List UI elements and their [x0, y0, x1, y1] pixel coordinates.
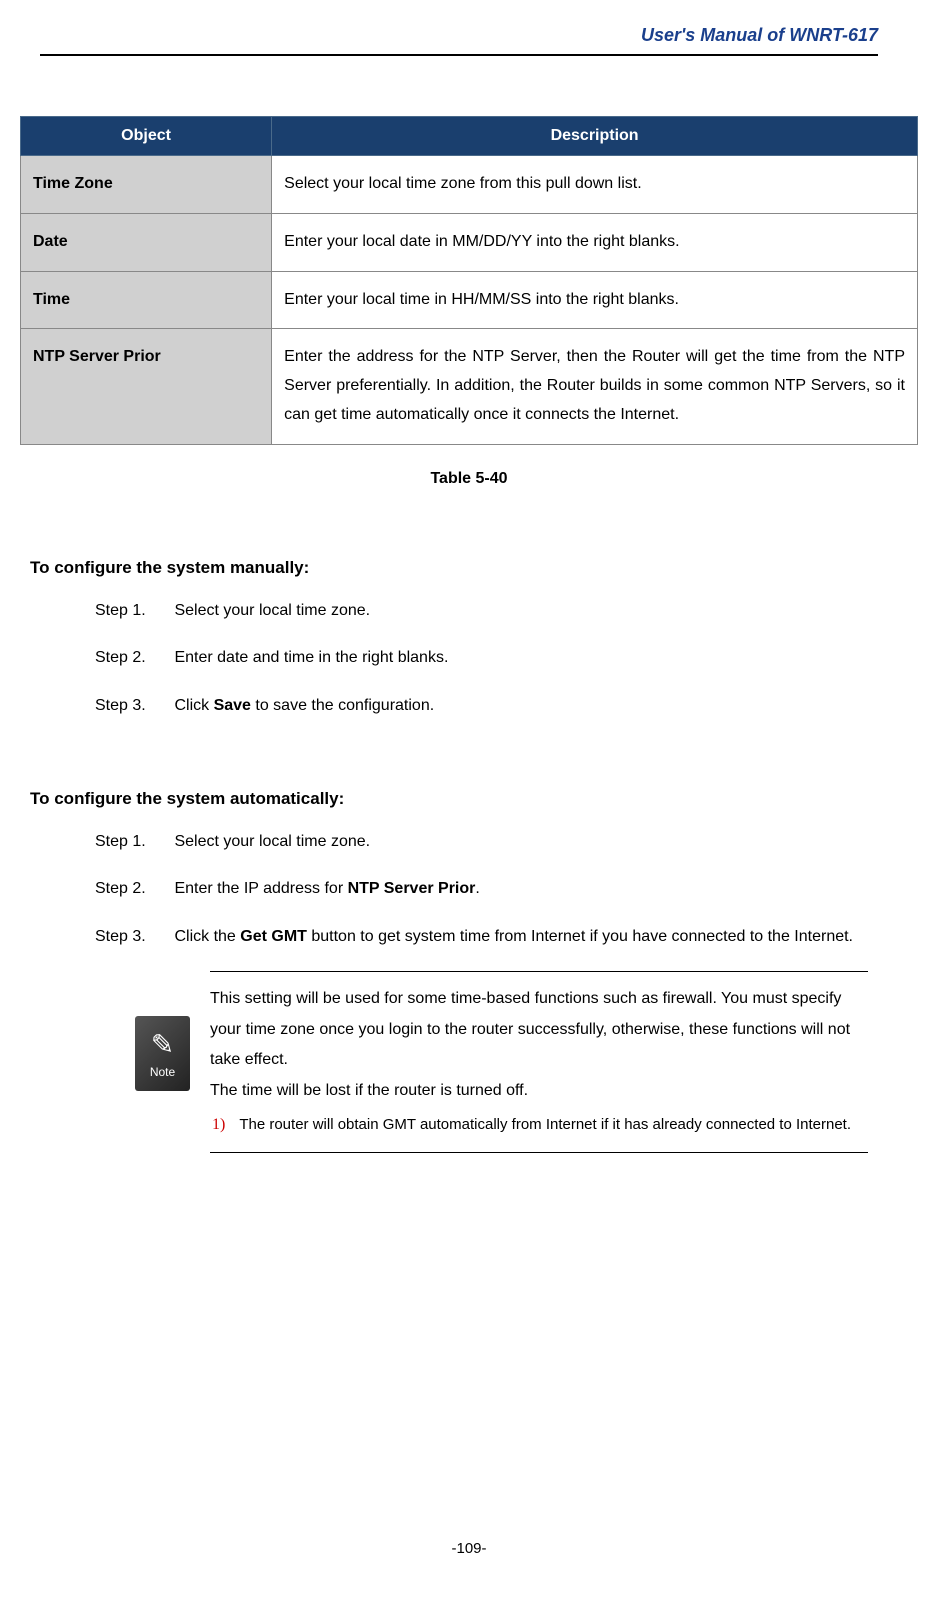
step-label: Step 3. — [95, 924, 170, 950]
pencil-icon: ✎ — [151, 1028, 174, 1061]
step-text-post: to save the configuration. — [251, 697, 434, 714]
step-text: Enter date and time in the right blanks. — [174, 649, 448, 666]
step-item: Step 1. Select your local time zone. — [95, 598, 898, 624]
description-cell: Enter your local time in HH/MM/SS into t… — [272, 271, 918, 329]
note-icon-container: ✎ Note — [135, 1016, 195, 1153]
table-row: Date Enter your local date in MM/DD/YY i… — [21, 213, 918, 271]
step-item: Step 2. Enter the IP address for NTP Ser… — [95, 876, 898, 902]
description-cell: Select your local time zone from this pu… — [272, 156, 918, 214]
object-description-table: Object Description Time Zone Select your… — [20, 116, 918, 445]
step-label: Step 2. — [95, 645, 170, 671]
header-divider — [40, 54, 878, 56]
step-label: Step 2. — [95, 876, 170, 902]
step-text-post: . — [475, 880, 479, 897]
note-content: This setting will be used for some time-… — [210, 971, 868, 1153]
step-item: Step 3. Click Save to save the configura… — [95, 693, 898, 719]
step-label: Step 3. — [95, 693, 170, 719]
note-paragraph: The time will be lost if the router is t… — [210, 1076, 868, 1106]
note-icon-label: Note — [150, 1065, 175, 1079]
note-item-text: The router will obtain GMT automatically… — [239, 1111, 868, 1138]
object-cell: Time Zone — [21, 156, 272, 214]
section-heading-manual: To configure the system manually: — [30, 558, 898, 578]
description-table-container: Object Description Time Zone Select your… — [20, 116, 918, 488]
description-cell: Enter your local date in MM/DD/YY into t… — [272, 213, 918, 271]
note-item-number: 1) — [212, 1110, 225, 1140]
step-text: Select your local time zone. — [174, 833, 370, 850]
page-number: -109- — [451, 1540, 486, 1557]
table-row: Time Enter your local time in HH/MM/SS i… — [21, 271, 918, 329]
section-heading-automatic: To configure the system automatically: — [30, 789, 898, 809]
note-block: ✎ Note This setting will be used for som… — [135, 971, 868, 1153]
table-caption: Table 5-40 — [20, 470, 918, 488]
step-label: Step 1. — [95, 829, 170, 855]
step-text-pre: Enter the IP address for — [174, 880, 347, 897]
step-text-pre: Click the — [174, 928, 240, 945]
page-header: User's Manual of WNRT-617 — [40, 0, 898, 56]
object-cell: Time — [21, 271, 272, 329]
manual-title: User's Manual of WNRT-617 — [40, 25, 878, 46]
table-header-object: Object — [21, 117, 272, 156]
step-item: Step 3. Click the Get GMT button to get … — [95, 924, 898, 950]
steps-manual: Step 1. Select your local time zone. Ste… — [95, 598, 898, 719]
step-label: Step 1. — [95, 598, 170, 624]
step-text-pre: Click — [174, 697, 213, 714]
note-icon: ✎ Note — [135, 1016, 190, 1091]
object-cell: Date — [21, 213, 272, 271]
table-header-description: Description — [272, 117, 918, 156]
object-cell: NTP Server Prior — [21, 329, 272, 444]
table-row: Time Zone Select your local time zone fr… — [21, 156, 918, 214]
description-cell: Enter the address for the NTP Server, th… — [272, 329, 918, 444]
step-text: Select your local time zone. — [174, 602, 370, 619]
step-item: Step 1. Select your local time zone. — [95, 829, 898, 855]
step-text-bold: Get GMT — [240, 928, 307, 945]
step-text-bold: NTP Server Prior — [348, 880, 476, 897]
step-item: Step 2. Enter date and time in the right… — [95, 645, 898, 671]
table-row: NTP Server Prior Enter the address for t… — [21, 329, 918, 444]
step-text-post: button to get system time from Internet … — [307, 928, 853, 945]
steps-automatic: Step 1. Select your local time zone. Ste… — [95, 829, 898, 950]
note-list-item: 1) The router will obtain GMT automatica… — [210, 1110, 868, 1140]
step-text-bold: Save — [214, 697, 251, 714]
note-paragraph: This setting will be used for some time-… — [210, 984, 868, 1075]
page-footer: -109- — [0, 1540, 938, 1557]
